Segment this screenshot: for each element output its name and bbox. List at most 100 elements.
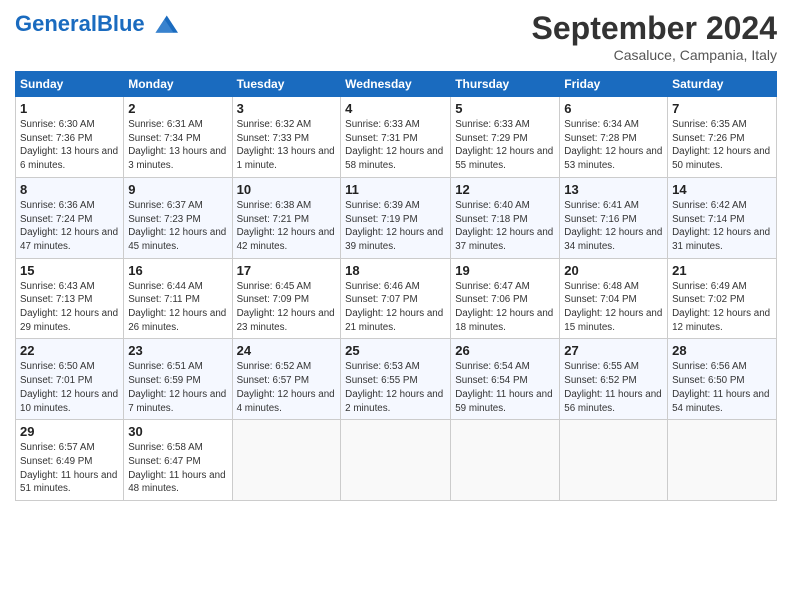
day-cell: 19 Sunrise: 6:47 AMSunset: 7:06 PMDaylig… [451, 258, 560, 339]
day-number: 17 [237, 263, 337, 278]
day-cell: 4 Sunrise: 6:33 AMSunset: 7:31 PMDayligh… [341, 97, 451, 178]
logo: GeneralBlue [15, 10, 178, 38]
day-number: 11 [345, 182, 446, 197]
day-number: 13 [564, 182, 663, 197]
day-number: 21 [672, 263, 772, 278]
cell-info: Sunrise: 6:34 AMSunset: 7:28 PMDaylight:… [564, 118, 663, 173]
title-block: September 2024 Casaluce, Campania, Italy [532, 10, 777, 63]
day-cell: 24 Sunrise: 6:52 AMSunset: 6:57 PMDaylig… [232, 339, 341, 420]
cell-info: Sunrise: 6:31 AMSunset: 7:34 PMDaylight:… [128, 118, 227, 173]
col-header-friday: Friday [560, 72, 668, 97]
cell-info: Sunrise: 6:44 AMSunset: 7:11 PMDaylight:… [128, 280, 227, 335]
logo-text: GeneralBlue [15, 12, 145, 36]
day-cell: 14 Sunrise: 6:42 AMSunset: 7:14 PMDaylig… [668, 177, 777, 258]
day-number: 1 [20, 101, 119, 116]
cell-info: Sunrise: 6:36 AMSunset: 7:24 PMDaylight:… [20, 199, 119, 254]
day-number: 4 [345, 101, 446, 116]
day-number: 24 [237, 343, 337, 358]
col-header-sunday: Sunday [16, 72, 124, 97]
day-number: 15 [20, 263, 119, 278]
cell-info: Sunrise: 6:43 AMSunset: 7:13 PMDaylight:… [20, 280, 119, 335]
day-cell: 11 Sunrise: 6:39 AMSunset: 7:19 PMDaylig… [341, 177, 451, 258]
day-cell: 2 Sunrise: 6:31 AMSunset: 7:34 PMDayligh… [124, 97, 232, 178]
day-cell: 8 Sunrise: 6:36 AMSunset: 7:24 PMDayligh… [16, 177, 124, 258]
day-cell: 18 Sunrise: 6:46 AMSunset: 7:07 PMDaylig… [341, 258, 451, 339]
cell-info: Sunrise: 6:35 AMSunset: 7:26 PMDaylight:… [672, 118, 772, 173]
day-number: 22 [20, 343, 119, 358]
cell-info: Sunrise: 6:47 AMSunset: 7:06 PMDaylight:… [455, 280, 555, 335]
day-number: 19 [455, 263, 555, 278]
day-number: 9 [128, 182, 227, 197]
day-number: 6 [564, 101, 663, 116]
day-cell: 28 Sunrise: 6:56 AMSunset: 6:50 PMDaylig… [668, 339, 777, 420]
day-cell: 27 Sunrise: 6:55 AMSunset: 6:52 PMDaylig… [560, 339, 668, 420]
day-number: 29 [20, 424, 119, 439]
day-number: 18 [345, 263, 446, 278]
week-row-3: 15 Sunrise: 6:43 AMSunset: 7:13 PMDaylig… [16, 258, 777, 339]
day-number: 27 [564, 343, 663, 358]
week-row-1: 1 Sunrise: 6:30 AMSunset: 7:36 PMDayligh… [16, 97, 777, 178]
cell-info: Sunrise: 6:55 AMSunset: 6:52 PMDaylight:… [564, 360, 663, 415]
day-number: 25 [345, 343, 446, 358]
month-title: September 2024 [532, 10, 777, 47]
week-row-4: 22 Sunrise: 6:50 AMSunset: 7:01 PMDaylig… [16, 339, 777, 420]
cell-info: Sunrise: 6:52 AMSunset: 6:57 PMDaylight:… [237, 360, 337, 415]
day-cell [451, 420, 560, 501]
day-number: 5 [455, 101, 555, 116]
header-row: SundayMondayTuesdayWednesdayThursdayFrid… [16, 72, 777, 97]
day-cell: 12 Sunrise: 6:40 AMSunset: 7:18 PMDaylig… [451, 177, 560, 258]
day-cell: 25 Sunrise: 6:53 AMSunset: 6:55 PMDaylig… [341, 339, 451, 420]
day-number: 14 [672, 182, 772, 197]
day-cell: 22 Sunrise: 6:50 AMSunset: 7:01 PMDaylig… [16, 339, 124, 420]
calendar-table: SundayMondayTuesdayWednesdayThursdayFrid… [15, 71, 777, 501]
cell-info: Sunrise: 6:42 AMSunset: 7:14 PMDaylight:… [672, 199, 772, 254]
day-cell [232, 420, 341, 501]
day-number: 16 [128, 263, 227, 278]
day-cell [560, 420, 668, 501]
cell-info: Sunrise: 6:41 AMSunset: 7:16 PMDaylight:… [564, 199, 663, 254]
day-number: 8 [20, 182, 119, 197]
col-header-thursday: Thursday [451, 72, 560, 97]
day-cell: 10 Sunrise: 6:38 AMSunset: 7:21 PMDaylig… [232, 177, 341, 258]
day-number: 28 [672, 343, 772, 358]
day-number: 10 [237, 182, 337, 197]
day-cell: 5 Sunrise: 6:33 AMSunset: 7:29 PMDayligh… [451, 97, 560, 178]
week-row-2: 8 Sunrise: 6:36 AMSunset: 7:24 PMDayligh… [16, 177, 777, 258]
cell-info: Sunrise: 6:40 AMSunset: 7:18 PMDaylight:… [455, 199, 555, 254]
col-header-tuesday: Tuesday [232, 72, 341, 97]
day-cell: 21 Sunrise: 6:49 AMSunset: 7:02 PMDaylig… [668, 258, 777, 339]
day-cell: 1 Sunrise: 6:30 AMSunset: 7:36 PMDayligh… [16, 97, 124, 178]
cell-info: Sunrise: 6:33 AMSunset: 7:31 PMDaylight:… [345, 118, 446, 173]
cell-info: Sunrise: 6:53 AMSunset: 6:55 PMDaylight:… [345, 360, 446, 415]
cell-info: Sunrise: 6:30 AMSunset: 7:36 PMDaylight:… [20, 118, 119, 173]
day-number: 12 [455, 182, 555, 197]
day-cell: 6 Sunrise: 6:34 AMSunset: 7:28 PMDayligh… [560, 97, 668, 178]
day-number: 7 [672, 101, 772, 116]
day-number: 20 [564, 263, 663, 278]
cell-info: Sunrise: 6:51 AMSunset: 6:59 PMDaylight:… [128, 360, 227, 415]
header: GeneralBlue September 2024 Casaluce, Cam… [15, 10, 777, 63]
day-cell: 20 Sunrise: 6:48 AMSunset: 7:04 PMDaylig… [560, 258, 668, 339]
day-cell: 17 Sunrise: 6:45 AMSunset: 7:09 PMDaylig… [232, 258, 341, 339]
day-cell: 26 Sunrise: 6:54 AMSunset: 6:54 PMDaylig… [451, 339, 560, 420]
day-cell: 29 Sunrise: 6:57 AMSunset: 6:49 PMDaylig… [16, 420, 124, 501]
cell-info: Sunrise: 6:33 AMSunset: 7:29 PMDaylight:… [455, 118, 555, 173]
cell-info: Sunrise: 6:48 AMSunset: 7:04 PMDaylight:… [564, 280, 663, 335]
cell-info: Sunrise: 6:54 AMSunset: 6:54 PMDaylight:… [455, 360, 555, 415]
day-cell: 13 Sunrise: 6:41 AMSunset: 7:16 PMDaylig… [560, 177, 668, 258]
day-cell: 7 Sunrise: 6:35 AMSunset: 7:26 PMDayligh… [668, 97, 777, 178]
page-container: GeneralBlue September 2024 Casaluce, Cam… [0, 0, 792, 511]
cell-info: Sunrise: 6:57 AMSunset: 6:49 PMDaylight:… [20, 441, 119, 496]
day-cell: 3 Sunrise: 6:32 AMSunset: 7:33 PMDayligh… [232, 97, 341, 178]
day-cell [668, 420, 777, 501]
logo-icon [148, 8, 178, 38]
day-cell [341, 420, 451, 501]
col-header-wednesday: Wednesday [341, 72, 451, 97]
cell-info: Sunrise: 6:45 AMSunset: 7:09 PMDaylight:… [237, 280, 337, 335]
cell-info: Sunrise: 6:56 AMSunset: 6:50 PMDaylight:… [672, 360, 772, 415]
day-number: 30 [128, 424, 227, 439]
cell-info: Sunrise: 6:46 AMSunset: 7:07 PMDaylight:… [345, 280, 446, 335]
day-number: 3 [237, 101, 337, 116]
day-cell: 16 Sunrise: 6:44 AMSunset: 7:11 PMDaylig… [124, 258, 232, 339]
cell-info: Sunrise: 6:58 AMSunset: 6:47 PMDaylight:… [128, 441, 227, 496]
